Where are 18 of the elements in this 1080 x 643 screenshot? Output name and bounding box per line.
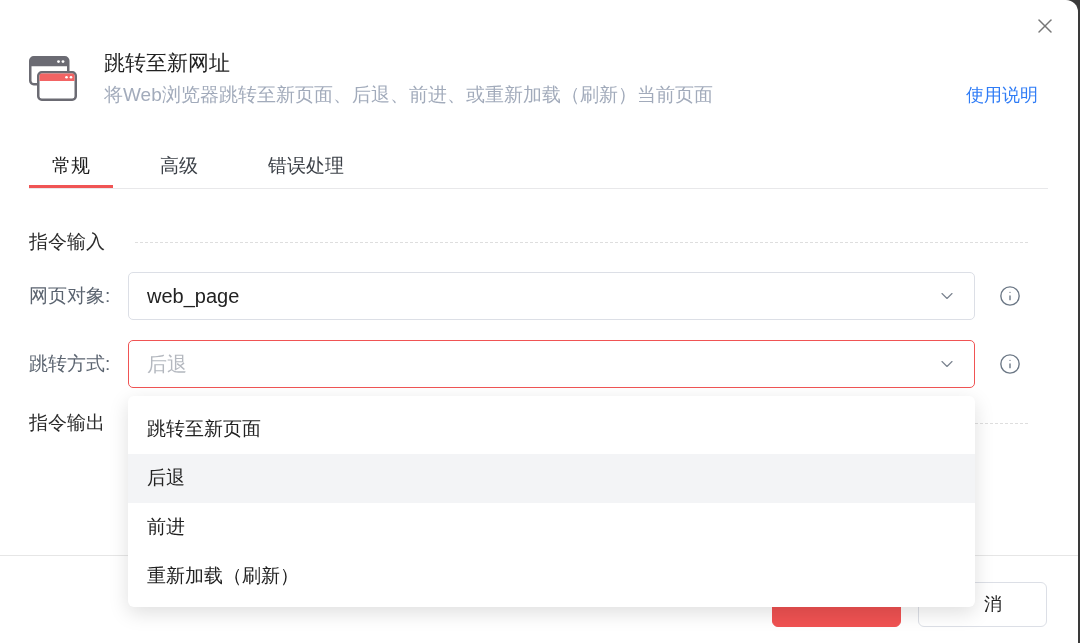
tab[interactable]: 错误处理 [245, 144, 367, 188]
dropdown-option[interactable]: 后退 [128, 454, 975, 503]
dropdown-option[interactable]: 前进 [128, 503, 975, 552]
select-field[interactable]: web_page [128, 272, 975, 320]
field-label: 网页对象: [29, 283, 112, 308]
info-icon[interactable] [999, 285, 1021, 307]
tab[interactable]: 常规 [29, 144, 113, 188]
dialog-subtitle: 将Web浏览器跳转至新页面、后退、前进、或重新加载（刷新）当前页面 [104, 83, 713, 107]
section-heading: 指令输出 [29, 411, 105, 435]
help-link[interactable]: 使用说明 [966, 81, 1038, 109]
dialog-title: 跳转至新网址 [104, 50, 230, 76]
field-label: 跳转方式: [29, 351, 112, 376]
section-heading: 指令输入 [29, 230, 105, 254]
tab[interactable]: 高级 [137, 144, 221, 188]
dropdown-option[interactable]: 重新加载（刷新） [128, 552, 975, 601]
browser-windows-icon [29, 56, 77, 101]
dropdown-option[interactable]: 跳转至新页面 [128, 405, 975, 454]
info-icon[interactable] [999, 353, 1021, 375]
